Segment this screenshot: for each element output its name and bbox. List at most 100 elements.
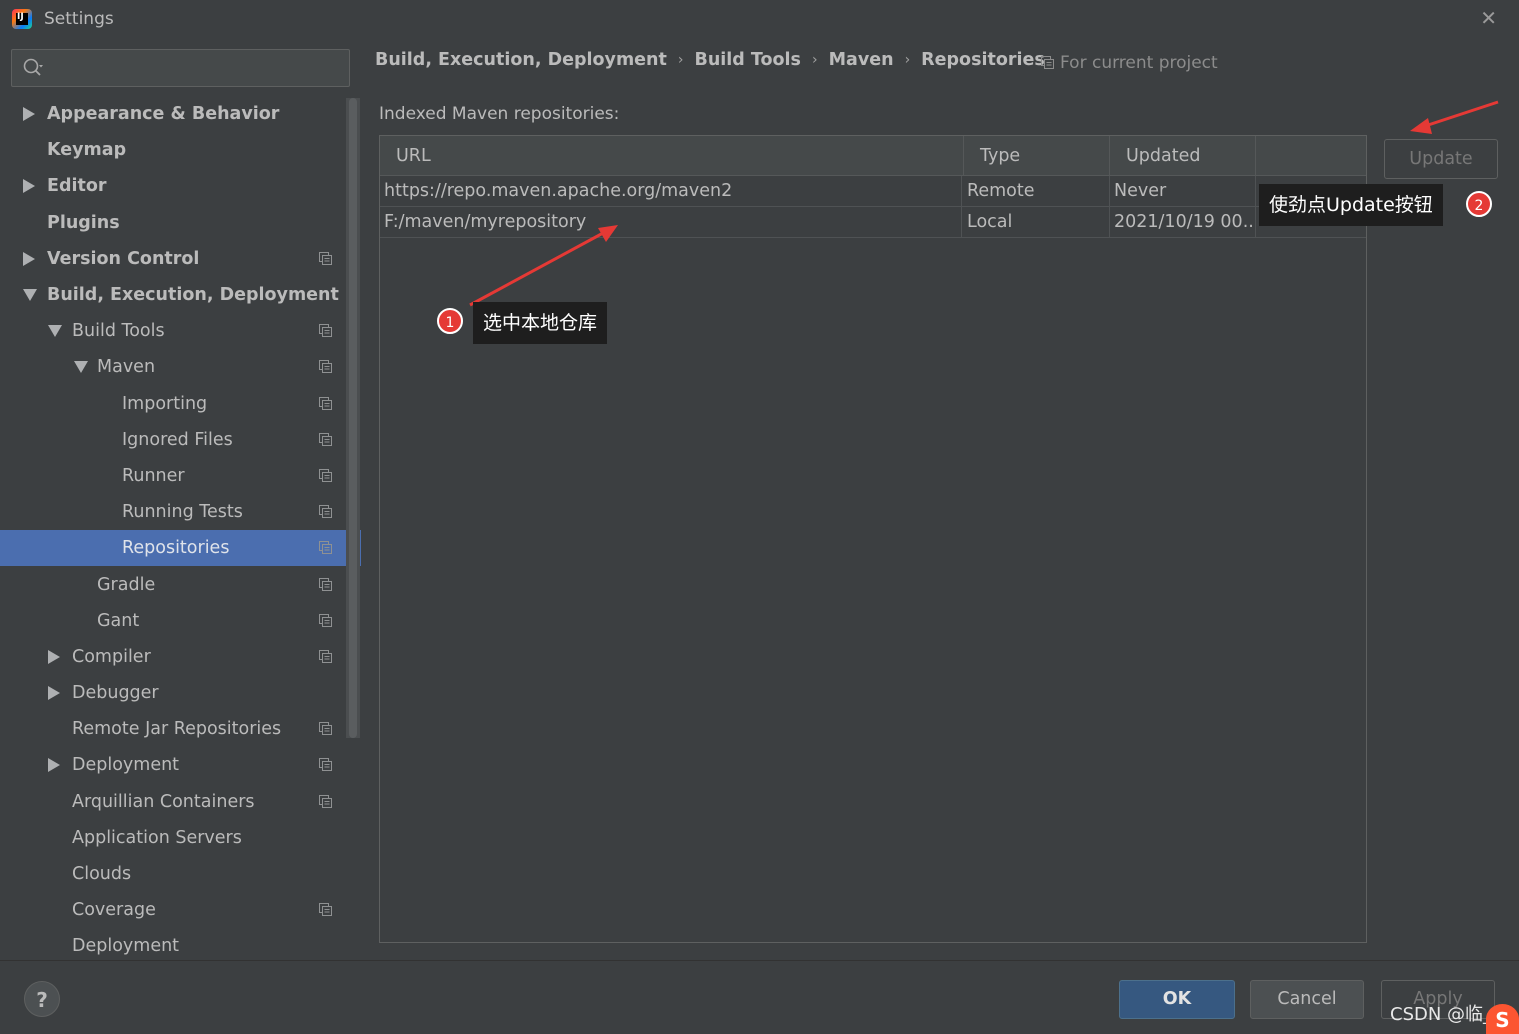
sidebar-item-remote-jar-repositories[interactable]: Remote Jar Repositories <box>0 711 345 747</box>
chevron-down-icon[interactable] <box>74 361 88 374</box>
sidebar-item-label: Debugger <box>72 683 159 704</box>
project-scope-icon <box>319 360 332 374</box>
sidebar-item-label: Keymap <box>47 140 127 161</box>
sidebar-item-label: Build, Execution, Deployment <box>47 285 339 306</box>
sidebar-item-label: Ignored Files <box>122 429 233 450</box>
sidebar-item-runner[interactable]: Runner <box>0 458 345 494</box>
table-row[interactable]: https://repo.maven.apache.org/maven2 Rem… <box>380 176 1366 207</box>
sidebar-item-appearance-behavior[interactable]: Appearance & Behavior <box>0 96 345 132</box>
project-scope-icon <box>319 903 332 917</box>
project-scope-icon <box>319 505 332 519</box>
sidebar-item-build-execution-deployment[interactable]: Build, Execution, Deployment <box>0 277 345 313</box>
sidebar-item-maven[interactable]: Maven <box>0 349 345 385</box>
cancel-button[interactable]: Cancel <box>1250 980 1364 1019</box>
sidebar-item-label: Version Control <box>47 248 200 269</box>
cell-updated: Never <box>1110 176 1256 206</box>
ok-button[interactable]: OK <box>1119 980 1235 1019</box>
sidebar-item-label: Build Tools <box>72 321 165 342</box>
breadcrumb-item[interactable]: Build Tools <box>694 50 801 70</box>
project-scope-icon <box>319 613 332 627</box>
table-header: URL Type Updated <box>380 136 1366 176</box>
sidebar-item-coverage[interactable]: Coverage <box>0 892 345 928</box>
section-label: Indexed Maven repositories: <box>379 104 620 124</box>
sidebar-item-label: Repositories <box>122 538 230 559</box>
sidebar-item-build-tools[interactable]: Build Tools <box>0 313 345 349</box>
cell-type: Local <box>962 207 1110 237</box>
sidebar-item-arquillian-containers[interactable]: Arquillian Containers <box>0 784 345 820</box>
project-scope-icon <box>319 577 332 591</box>
update-button[interactable]: Update <box>1384 139 1498 179</box>
chevron-right-icon[interactable] <box>23 251 35 266</box>
project-scope-icon <box>319 758 332 772</box>
search-input[interactable] <box>11 49 350 87</box>
sidebar-item-label: Coverage <box>72 900 156 921</box>
sidebar-item-label: Application Servers <box>72 827 242 848</box>
sidebar-item-ignored-files[interactable]: Ignored Files <box>0 422 345 458</box>
sidebar-item-editor[interactable]: Editor <box>0 168 345 204</box>
column-header-url[interactable]: URL <box>380 136 964 176</box>
sidebar-item-repositories[interactable]: Repositories <box>0 530 361 567</box>
sidebar-item-label: Clouds <box>72 864 132 885</box>
chevron-right-icon[interactable] <box>48 758 60 773</box>
project-scope-icon <box>319 396 332 410</box>
project-scope-icon <box>1041 56 1054 69</box>
settings-tree: Appearance & Behavior Keymap Editor Plugins… <box>0 96 361 965</box>
column-header-updated[interactable]: Updated <box>1110 136 1256 176</box>
chevron-down-icon[interactable] <box>48 325 62 338</box>
sidebar-item-label: Deployment <box>72 755 180 776</box>
scrollbar-thumb[interactable] <box>349 98 357 738</box>
sidebar-item-label: Running Tests <box>122 502 243 523</box>
search-icon <box>23 58 43 76</box>
sidebar-item-plugins[interactable]: Plugins <box>0 205 345 241</box>
annotation-badge-1: 1 <box>437 308 463 334</box>
breadcrumb: Build, Execution, Deployment › Build Tools… <box>375 50 1045 70</box>
cell-url: F:/maven/myrepository <box>380 207 962 237</box>
project-scope-icon <box>319 649 332 663</box>
column-header-type[interactable]: Type <box>964 136 1110 176</box>
chevron-right-icon[interactable] <box>48 649 60 664</box>
annotation-callout-2: 使劲点Update按钮 <box>1259 184 1443 226</box>
settings-sidebar: Appearance & Behavior Keymap Editor Plugins… <box>0 38 361 960</box>
sidebar-item-gant[interactable]: Gant <box>0 603 345 639</box>
breadcrumb-item[interactable]: Maven <box>829 50 894 70</box>
project-scope-icon <box>319 541 332 555</box>
for-current-project: For current project <box>1041 53 1218 73</box>
chevron-down-icon[interactable] <box>23 289 37 302</box>
chevron-right-icon[interactable] <box>23 179 35 194</box>
breadcrumb-item[interactable]: Repositories <box>921 50 1045 70</box>
chevron-right-icon[interactable] <box>23 107 35 122</box>
chevron-right-icon[interactable] <box>48 686 60 701</box>
close-icon[interactable]: ✕ <box>1480 6 1497 30</box>
breadcrumb-separator: › <box>811 52 818 68</box>
sidebar-item-application-servers[interactable]: Application Servers <box>0 820 345 856</box>
sidebar-item-label: Remote Jar Repositories <box>72 719 282 740</box>
sidebar-item-debugger[interactable]: Debugger <box>0 675 345 711</box>
project-scope-icon <box>319 722 332 736</box>
title-bar: IJ Settings ✕ <box>0 0 1519 38</box>
sidebar-item-deployment[interactable]: Deployment <box>0 747 345 783</box>
help-button[interactable]: ? <box>24 981 60 1017</box>
sidebar-item-gradle[interactable]: Gradle <box>0 566 345 602</box>
settings-content: Build, Execution, Deployment › Build Tools… <box>361 38 1519 960</box>
project-scope-icon <box>319 324 332 338</box>
sidebar-item-label: Compiler <box>72 646 151 667</box>
repositories-table[interactable]: URL Type Updated https://repo.maven.apac… <box>379 135 1367 943</box>
sidebar-item-label: Appearance & Behavior <box>47 104 280 125</box>
sidebar-item-running-tests[interactable]: Running Tests <box>0 494 345 530</box>
project-scope-icon <box>319 432 332 446</box>
sidebar-scrollbar[interactable] <box>346 98 360 738</box>
sidebar-item-compiler[interactable]: Compiler <box>0 639 345 675</box>
sidebar-item-importing[interactable]: Importing <box>0 386 345 422</box>
sidebar-item-label: Gant <box>97 610 140 631</box>
sidebar-item-keymap[interactable]: Keymap <box>0 132 345 168</box>
sidebar-item-label: Editor <box>47 176 107 197</box>
window-title: Settings <box>44 9 114 29</box>
breadcrumb-separator: › <box>904 52 911 68</box>
breadcrumb-item[interactable]: Build, Execution, Deployment <box>375 50 667 70</box>
sidebar-item-version-control[interactable]: Version Control <box>0 241 345 277</box>
project-scope-icon <box>319 251 332 265</box>
sidebar-item-clouds[interactable]: Clouds <box>0 856 345 892</box>
project-scope-icon <box>319 794 332 808</box>
sidebar-item-label: Importing <box>122 393 208 414</box>
table-row[interactable]: F:/maven/myrepository Local 2021/10/19 0… <box>380 207 1366 238</box>
